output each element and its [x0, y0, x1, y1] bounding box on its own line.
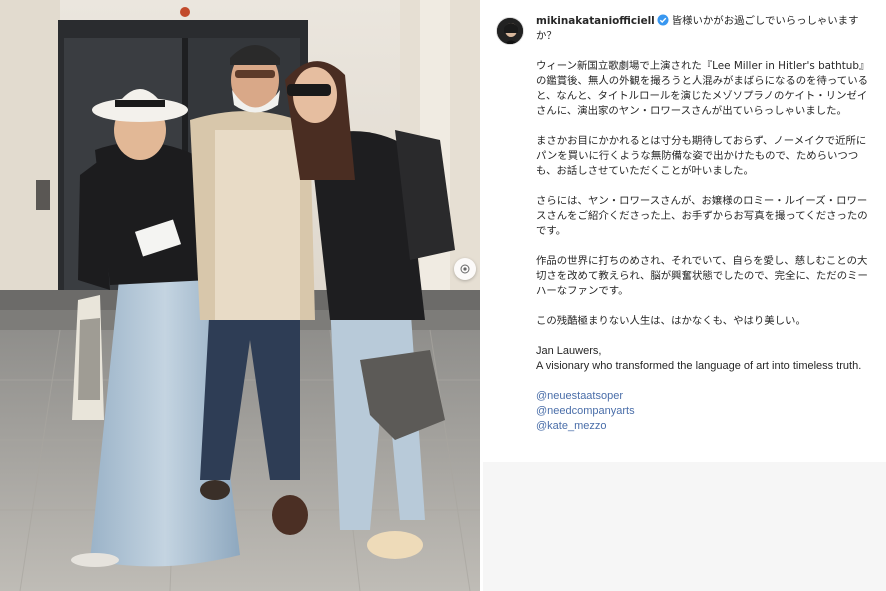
caption-paragraph-5: この残酷極まりない人生は、はかなくも、やはり美しい。	[536, 315, 806, 327]
avatar-image	[497, 18, 523, 44]
caption-english-name: Jan Lauwers,	[536, 345, 602, 357]
caption-paragraph-3: さらには、ヤン・ロワースさんが、お嬢様のロミー・ルイーズ・ロワースさんをご紹介く…	[536, 195, 868, 237]
avatar[interactable]	[496, 17, 524, 45]
post-photo[interactable]	[0, 0, 480, 591]
username-link[interactable]: mikinakataniofficiell	[536, 15, 655, 27]
caption-panel: mikinakataniofficiell 皆様いかがお過ごしでいらっしゃいますか…	[483, 0, 886, 591]
caption-paragraph-4: 作品の世界に打ちのめされ、それでいて、自らを愛し、慈しむことの大切さを改めて教え…	[536, 255, 868, 297]
caption-paragraph-2: まさかお目にかかれるとは寸分も期待しておらず、ノーメイクで近所にパンを買いに行く…	[536, 135, 867, 177]
caption-paragraph-1: ウィーン新国立歌劇場で上演された『Lee Miller in Hitler's …	[536, 60, 870, 117]
tag-link[interactable]: @neuestaatsoper	[536, 389, 876, 404]
caption-english-line: A visionary who transformed the language…	[536, 360, 862, 372]
caption-english: Jan Lauwers, A visionary who transformed…	[536, 344, 876, 374]
tag-list: @neuestaatsoper @needcompanyarts @kate_m…	[536, 389, 876, 434]
tag-link[interactable]: @kate_mezzo	[536, 419, 876, 434]
caption: mikinakataniofficiell 皆様いかがお過ごしでいらっしゃいますか…	[536, 14, 876, 434]
post-photo-image	[0, 0, 480, 591]
carousel-next-button[interactable]	[454, 258, 476, 280]
caption-footer-area	[483, 462, 886, 591]
verified-badge-icon	[657, 14, 669, 26]
tag-link[interactable]: @needcompanyarts	[536, 404, 876, 419]
chevron-right-icon	[460, 264, 470, 274]
